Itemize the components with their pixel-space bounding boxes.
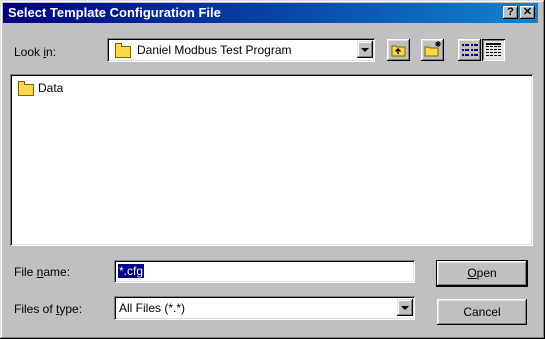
open-button[interactable]: Open	[436, 260, 528, 287]
cancel-button[interactable]: Cancel	[437, 299, 527, 325]
list-item-name: Data	[38, 81, 64, 95]
up-folder-icon	[391, 45, 406, 57]
dialog-title: Select Template Configuration File	[8, 5, 221, 20]
look-in-combobox[interactable]: Daniel Modbus Test Program	[107, 38, 375, 62]
open-folder-icon	[115, 43, 131, 58]
file-type-dropdown-button[interactable]	[397, 299, 413, 316]
file-type-value: All Files (*.*)	[119, 301, 186, 315]
up-one-level-button[interactable]	[387, 39, 410, 61]
help-button[interactable]: ?	[503, 6, 518, 19]
look-in-dropdown-button[interactable]	[357, 41, 373, 58]
file-name-input[interactable]: *.cfg	[114, 260, 415, 283]
list-view-button[interactable]	[458, 39, 481, 61]
list-view-icon	[462, 44, 478, 56]
details-view-button[interactable]	[482, 39, 505, 61]
look-in-value: Daniel Modbus Test Program	[137, 43, 292, 57]
details-view-icon	[486, 43, 501, 56]
close-button[interactable]: ✕	[520, 6, 535, 19]
new-folder-icon	[424, 41, 441, 57]
file-list[interactable]: Data	[10, 74, 533, 246]
title-bar[interactable]: Select Template Configuration File ? ✕	[3, 3, 538, 23]
look-in-label: Look in:	[14, 45, 57, 59]
file-name-value: *.cfg	[118, 264, 145, 278]
folder-icon	[18, 81, 34, 96]
list-item[interactable]: Data	[16, 80, 96, 96]
create-new-folder-button[interactable]	[421, 39, 444, 61]
select-template-dialog: Select Template Configuration File ? ✕ L…	[0, 0, 545, 339]
file-type-combobox[interactable]: All Files (*.*)	[114, 296, 415, 320]
file-type-label: Files of type:	[14, 302, 83, 316]
file-name-label: File name:	[14, 265, 71, 279]
